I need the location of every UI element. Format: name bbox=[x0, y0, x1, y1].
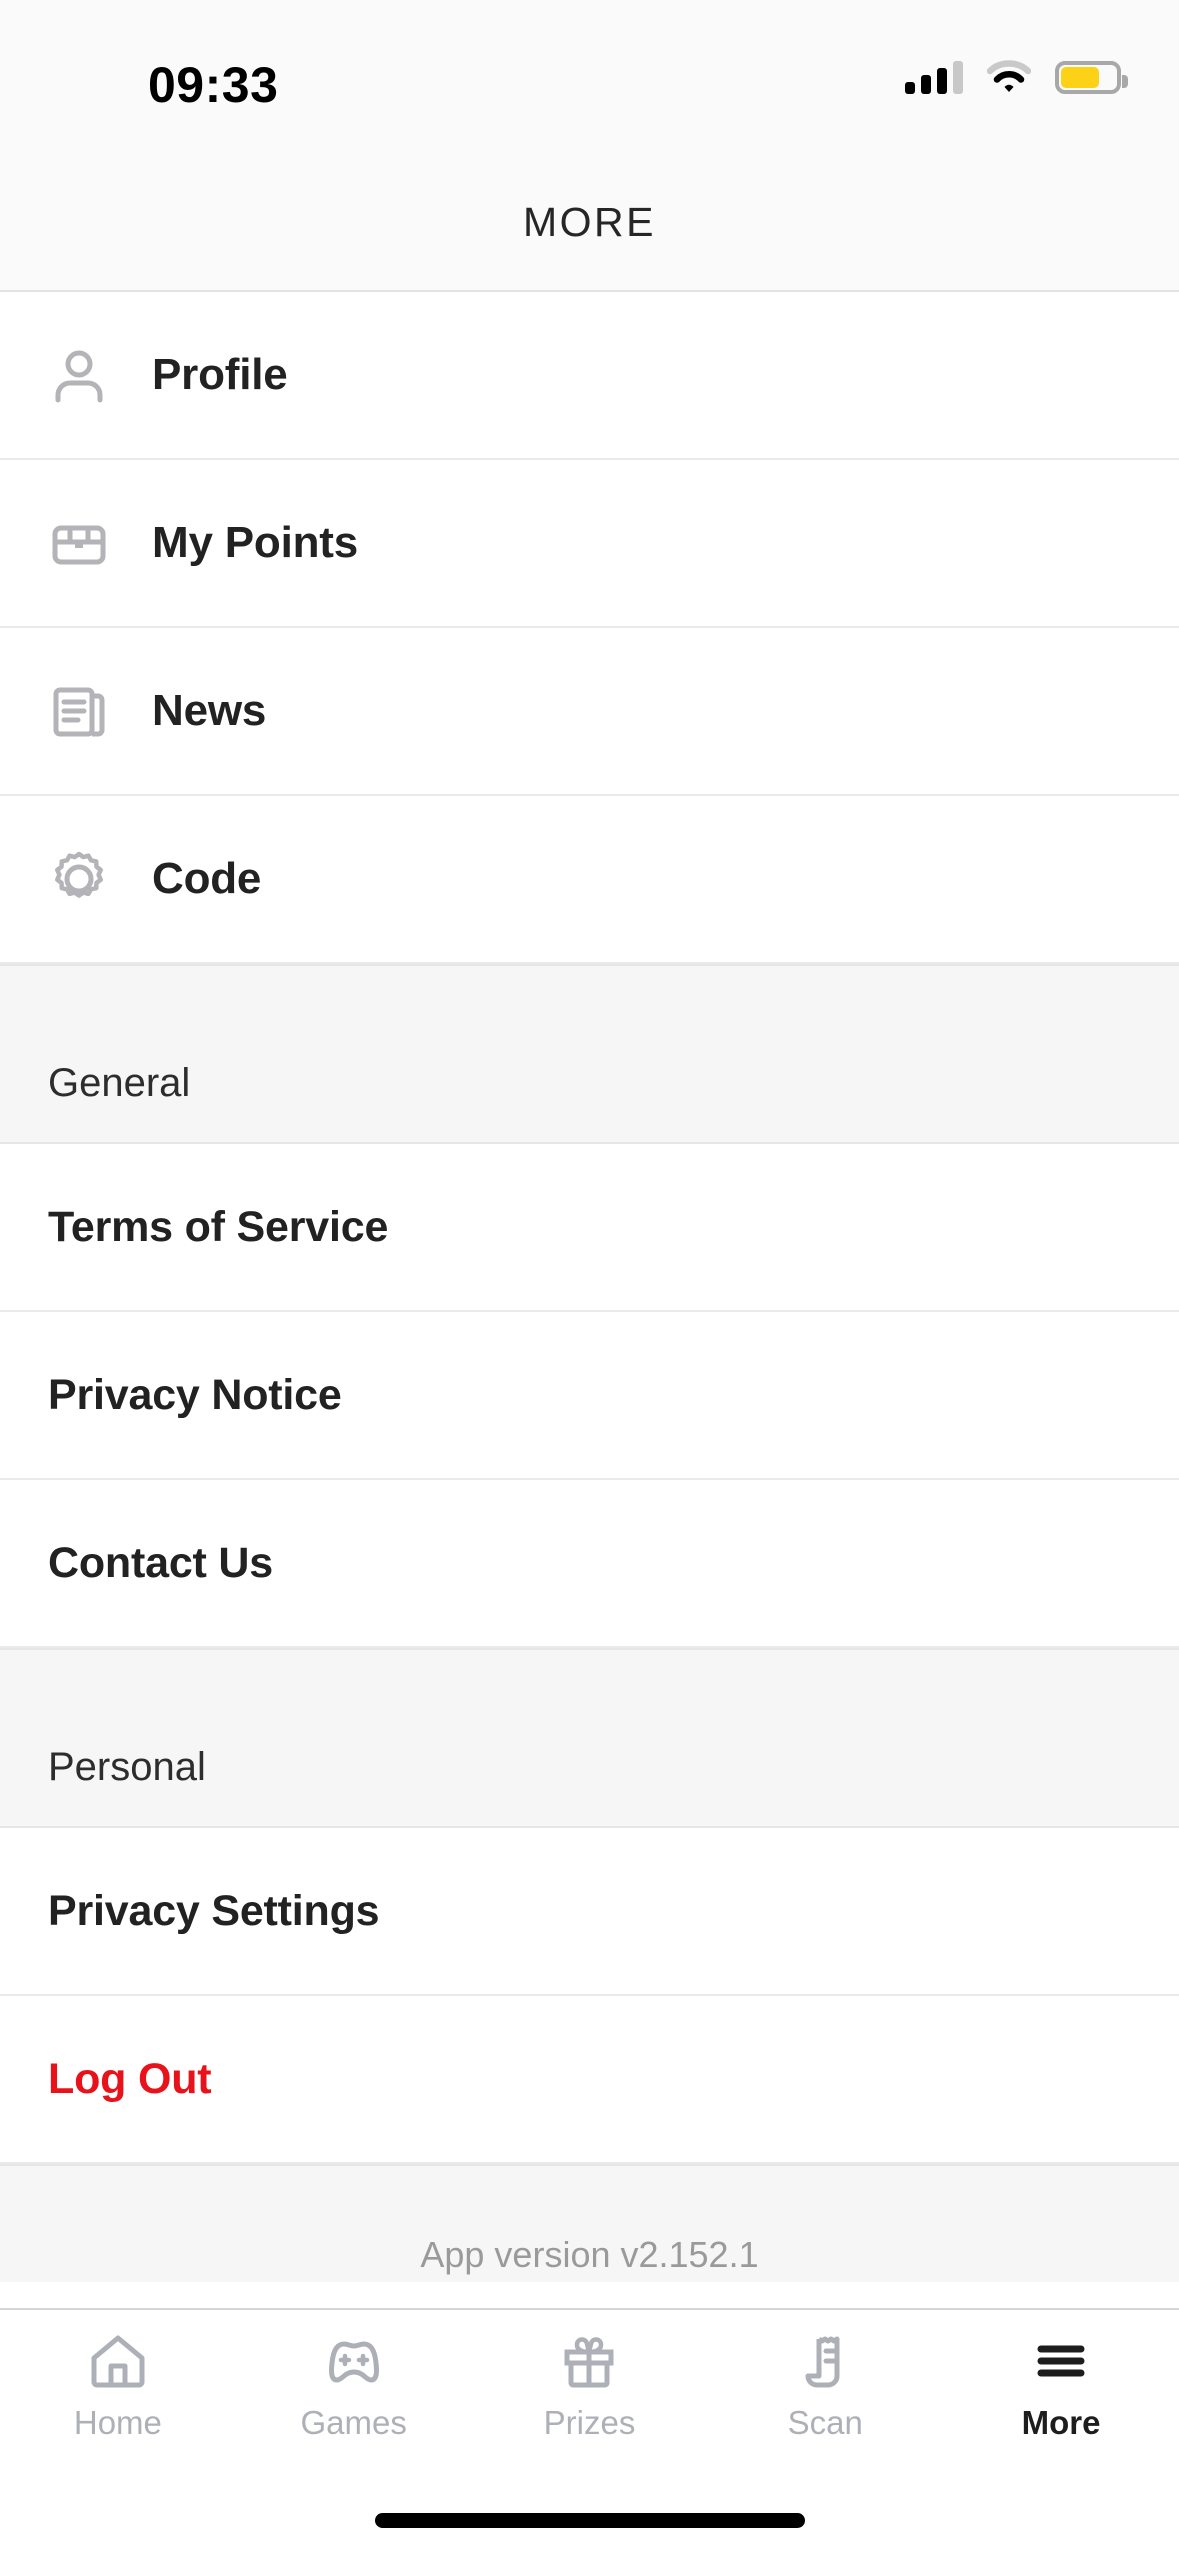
app-version-strip: App version v2.152.1 bbox=[0, 2164, 1179, 2282]
battery-icon bbox=[1055, 60, 1128, 94]
app-screen: 09:33 MORE Profile My Points News Code G… bbox=[0, 0, 1179, 2556]
menu-list: Profile My Points News Code General Term… bbox=[0, 292, 1179, 2308]
menu-item-label: Code bbox=[152, 854, 262, 903]
tab-home[interactable]: Home bbox=[0, 2332, 236, 2442]
tab-prizes[interactable]: Prizes bbox=[472, 2332, 708, 2442]
section-header-personal: Personal bbox=[0, 1648, 1179, 1828]
menu-item-contact-us[interactable]: Contact Us bbox=[0, 1480, 1179, 1648]
tab-label: Games bbox=[300, 2404, 407, 2441]
gift-icon bbox=[557, 2332, 621, 2390]
tab-more[interactable]: More bbox=[943, 2332, 1179, 2442]
tab-label: Home bbox=[73, 2404, 162, 2441]
badge-seal-icon bbox=[48, 848, 110, 910]
wifi-icon bbox=[986, 60, 1032, 94]
home-indicator[interactable] bbox=[374, 2512, 805, 2528]
menu-item-news[interactable]: News bbox=[0, 628, 1179, 796]
section-header-general: General bbox=[0, 964, 1179, 1144]
gamepad-icon bbox=[322, 2332, 386, 2390]
tab-label: Prizes bbox=[543, 2404, 636, 2441]
menu-item-profile[interactable]: Profile bbox=[0, 292, 1179, 460]
status-bar-indicators bbox=[905, 60, 1128, 94]
tab-label: More bbox=[1021, 2404, 1101, 2441]
signal-bars-icon bbox=[905, 60, 963, 94]
section-title: General bbox=[48, 1061, 191, 1105]
newspaper-icon bbox=[48, 680, 110, 742]
home-indicator-area bbox=[0, 2484, 1179, 2556]
menu-item-terms-of-service[interactable]: Terms of Service bbox=[0, 1144, 1179, 1312]
menu-item-label: Privacy Notice bbox=[48, 1370, 342, 1419]
menu-item-privacy-notice[interactable]: Privacy Notice bbox=[0, 1312, 1179, 1480]
treasure-chest-icon bbox=[48, 512, 110, 574]
status-bar: 09:33 bbox=[0, 0, 1179, 155]
receipt-icon bbox=[793, 2332, 857, 2390]
house-icon bbox=[86, 2332, 150, 2390]
menu-item-label: Terms of Service bbox=[48, 1202, 389, 1251]
section-title: Personal bbox=[48, 1745, 206, 1789]
tab-games[interactable]: Games bbox=[236, 2332, 472, 2442]
menu-item-label: Contact Us bbox=[48, 1538, 273, 1587]
menu-item-label: Profile bbox=[152, 350, 288, 399]
person-icon bbox=[48, 344, 110, 406]
tab-scan[interactable]: Scan bbox=[707, 2332, 943, 2442]
app-version-label: App version v2.152.1 bbox=[420, 2234, 759, 2275]
menu-item-label: News bbox=[152, 686, 267, 735]
page-header: MORE bbox=[0, 155, 1179, 292]
menu-item-code[interactable]: Code bbox=[0, 796, 1179, 964]
menu-item-my-points[interactable]: My Points bbox=[0, 460, 1179, 628]
tab-label: Scan bbox=[787, 2404, 863, 2441]
bottom-tab-bar: Home Games Prizes Scan More bbox=[0, 2308, 1179, 2484]
menu-item-label: Privacy Settings bbox=[48, 1886, 380, 1935]
menu-item-log-out[interactable]: Log Out bbox=[0, 1996, 1179, 2164]
hamburger-menu-icon bbox=[1029, 2332, 1093, 2390]
menu-item-privacy-settings[interactable]: Privacy Settings bbox=[0, 1828, 1179, 1996]
menu-item-label: My Points bbox=[152, 518, 358, 567]
menu-item-label: Log Out bbox=[48, 2054, 212, 2103]
page-title: MORE bbox=[523, 199, 656, 245]
